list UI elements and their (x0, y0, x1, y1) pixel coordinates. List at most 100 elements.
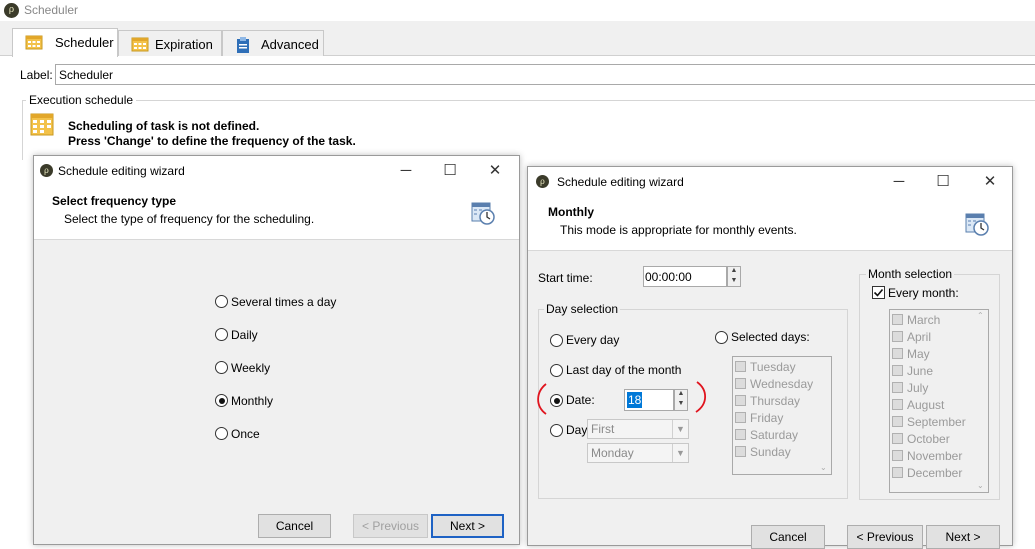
chevron-down-icon: ▼ (672, 444, 688, 462)
maximize-icon[interactable]: ☐ (441, 162, 459, 180)
radio-once[interactable] (215, 427, 228, 440)
radio-label: Weekly (231, 361, 271, 375)
tab-label: Expiration (155, 37, 213, 52)
tab-expiration[interactable]: Expiration (118, 30, 222, 56)
dialog-title: Schedule editing wizard (58, 164, 185, 178)
checkbox[interactable] (892, 331, 903, 342)
radio-last-day[interactable] (550, 364, 563, 377)
radio-label: Monthly (231, 394, 274, 408)
checkbox[interactable] (892, 382, 903, 393)
minimize-icon[interactable]: ─ (397, 162, 415, 180)
checkbox[interactable] (735, 412, 746, 423)
spinner-up-icon[interactable]: ▲ (728, 267, 740, 277)
checkbox[interactable] (892, 365, 903, 376)
checkbox[interactable] (892, 399, 903, 410)
close-icon[interactable]: ✕ (981, 173, 999, 191)
calendar-clock-icon (965, 212, 989, 236)
previous-button[interactable]: < Previous (847, 525, 923, 549)
day-ordinal-select[interactable]: First ▼ (587, 419, 689, 439)
month-selection-label: Month selection (866, 267, 955, 281)
chevron-up-icon: ⌃ (977, 311, 984, 320)
cancel-button[interactable]: Cancel (258, 514, 331, 538)
checkbox[interactable] (735, 361, 746, 372)
execution-schedule-label: Execution schedule (26, 93, 137, 107)
checkbox[interactable] (892, 433, 903, 444)
radio-every-day[interactable] (550, 334, 563, 347)
radio-several-times-a-day[interactable] (215, 295, 228, 308)
chevron-down-icon: ⌄ (977, 481, 984, 490)
radio-daily[interactable] (215, 328, 228, 341)
day-selection-label: Day selection (544, 302, 621, 316)
dialog-header: Monthly This mode is appropriate for mon… (528, 197, 1012, 251)
month-list-scrollbar[interactable]: ⌃ ⌄ (974, 310, 988, 492)
radio-label: Several times a day (231, 295, 337, 309)
every-month-label: Every month: (888, 286, 959, 300)
checkbox[interactable] (892, 314, 903, 325)
calendar-icon (25, 34, 43, 50)
checkbox[interactable] (735, 378, 746, 389)
previous-button[interactable]: < Previous (353, 514, 428, 538)
chevron-down-icon: ▼ (672, 420, 688, 438)
day-weekday-select[interactable]: Monday ▼ (587, 443, 689, 463)
cancel-button[interactable]: Cancel (751, 525, 825, 549)
radio-weekly[interactable] (215, 361, 228, 374)
dialog-subheading: This mode is appropriate for monthly eve… (560, 223, 797, 237)
radio-label: Last day of the month (566, 363, 682, 377)
tab-label: Scheduler (55, 35, 114, 50)
radio-label: Every day (566, 333, 620, 347)
checkbox[interactable] (892, 467, 903, 478)
start-time-value: 00:00:00 (645, 270, 692, 284)
radio-label: Once (231, 427, 260, 441)
dialog-subheading: Select the type of frequency for the sch… (64, 212, 315, 226)
minimize-icon[interactable]: ─ (890, 173, 908, 191)
weekday-list-scrollbar[interactable]: ⌄ (817, 357, 831, 474)
maximize-icon[interactable]: ☐ (934, 173, 952, 191)
schedule-status-line1: Scheduling of task is not defined. (68, 119, 260, 133)
checkbox[interactable] (735, 395, 746, 406)
tab-label: Advanced (261, 37, 319, 52)
annotation-left-bracket (537, 383, 547, 415)
radio-day[interactable] (550, 424, 563, 437)
app-logo-icon: ρ (40, 164, 53, 177)
day-weekday-value: Monday (591, 446, 634, 460)
clipboard-icon (235, 36, 251, 54)
schedule-status-line2: Press 'Change' to define the frequency o… (68, 134, 356, 148)
month-list[interactable]: March April May June July August Septemb… (889, 309, 989, 493)
dialog-heading: Monthly (548, 205, 594, 219)
checkbox[interactable] (892, 348, 903, 359)
wizard-frequency-dialog: ρ Schedule editing wizard ─ ☐ ✕ Select f… (33, 155, 520, 545)
annotation-right-bracket (695, 381, 707, 413)
dialog-heading: Select frequency type (52, 194, 177, 208)
start-time-input[interactable]: 00:00:00 (643, 266, 727, 287)
checkbox[interactable] (892, 450, 903, 461)
annotation-brackets (537, 381, 707, 415)
tab-advanced[interactable]: Advanced (222, 30, 324, 56)
radio-label: Selected days: (731, 330, 810, 344)
chevron-down-icon: ⌄ (820, 463, 827, 472)
label-input[interactable]: Scheduler (55, 64, 1035, 85)
tab-scheduler[interactable]: Scheduler (12, 28, 118, 57)
radio-monthly[interactable] (215, 394, 228, 407)
checkbox[interactable] (892, 416, 903, 427)
start-time-label: Start time: (538, 271, 593, 285)
checkbox[interactable] (735, 446, 746, 457)
dialog-title-bar: ρ Schedule editing wizard ─ ☐ ✕ (528, 167, 1012, 197)
weekday-list[interactable]: Tuesday Wednesday Thursday Friday Saturd… (732, 356, 832, 475)
main-window-title: Scheduler (24, 3, 79, 17)
start-time-spinner[interactable]: ▲ ▼ (727, 266, 741, 287)
dialog-title: Schedule editing wizard (557, 175, 684, 189)
label-caption: Label: (20, 68, 53, 82)
close-icon[interactable]: ✕ (486, 162, 504, 180)
dialog-header: Select frequency type Select the type of… (34, 186, 519, 240)
every-month-checkbox[interactable] (872, 286, 885, 299)
app-logo-icon: ρ (4, 3, 19, 18)
dialog-title-bar: ρ Schedule editing wizard ─ ☐ ✕ (34, 156, 519, 186)
label-input-value: Scheduler (59, 68, 114, 82)
next-button[interactable]: Next > (926, 525, 1000, 549)
radio-selected-days[interactable] (715, 331, 728, 344)
next-button[interactable]: Next > (431, 514, 504, 538)
checkbox[interactable] (735, 429, 746, 440)
spinner-down-icon[interactable]: ▼ (728, 277, 740, 287)
wizard-monthly-dialog: ρ Schedule editing wizard ─ ☐ ✕ Monthly … (527, 166, 1013, 549)
calendar-icon (131, 36, 149, 52)
